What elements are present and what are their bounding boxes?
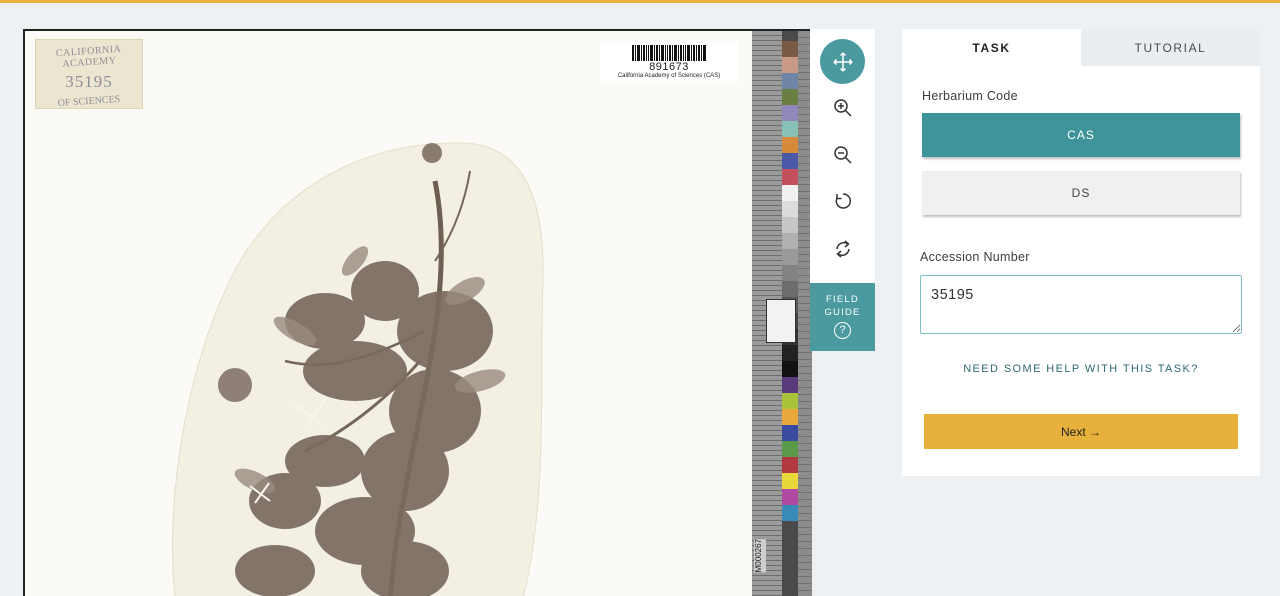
choice-ds-button[interactable]: DS <box>922 171 1240 215</box>
next-button[interactable]: Next → <box>924 414 1238 449</box>
ruler-mini-scale <box>766 299 796 343</box>
field-guide-label-2: GUIDE <box>824 307 861 318</box>
panel-tabs: TASK TUTORIAL <box>902 29 1260 66</box>
reset-icon <box>835 239 850 258</box>
color-ruler: M000267 <box>752 31 812 596</box>
zoom-out-button[interactable] <box>820 132 865 177</box>
reset-button[interactable] <box>820 226 865 271</box>
task-panel: TASK TUTORIAL Herbarium Code CAS DS Acce… <box>902 29 1260 476</box>
herbarium-sheet: CALIFORNIA ACADEMY 35195 OF SCIENCES 891… <box>25 31 752 596</box>
zoom-out-icon <box>833 145 852 164</box>
accession-number-field[interactable]: 35195 <box>920 275 1242 334</box>
help-icon: ? <box>834 322 851 339</box>
top-accent-bar <box>0 0 1280 3</box>
herbarium-code-label: Herbarium Code <box>922 89 1018 103</box>
field-guide-label-1: FIELD <box>826 294 859 305</box>
choice-cas-button[interactable]: CAS <box>922 113 1240 157</box>
barcode-number: 891673 <box>649 61 689 73</box>
viewer-toolbar: FIELD GUIDE ? <box>810 29 875 351</box>
specimen-image <box>172 142 544 596</box>
move-icon <box>832 51 853 72</box>
tab-task[interactable]: TASK <box>902 29 1081 66</box>
subject-viewer[interactable]: CALIFORNIA ACADEMY 35195 OF SCIENCES 891… <box>23 29 812 596</box>
tab-tutorial[interactable]: TUTORIAL <box>1081 29 1260 66</box>
help-link[interactable]: NEED SOME HELP WITH THIS TASK? <box>902 363 1260 375</box>
ruler-tag: M000267 <box>754 539 766 573</box>
rotate-icon <box>835 192 851 209</box>
accession-number-label: Accession Number <box>920 250 1030 264</box>
barcode-label: 891673 California Academy of Sciences (C… <box>600 41 738 83</box>
color-chips <box>782 41 798 521</box>
zoom-in-icon <box>833 98 852 117</box>
field-guide-button[interactable]: FIELD GUIDE ? <box>810 283 875 351</box>
zoom-in-button[interactable] <box>820 85 865 130</box>
rotate-button[interactable] <box>820 178 865 223</box>
barcode-icon <box>600 45 738 61</box>
barcode-caption: California Academy of Sciences (CAS) <box>617 73 721 79</box>
move-button[interactable] <box>820 39 865 84</box>
